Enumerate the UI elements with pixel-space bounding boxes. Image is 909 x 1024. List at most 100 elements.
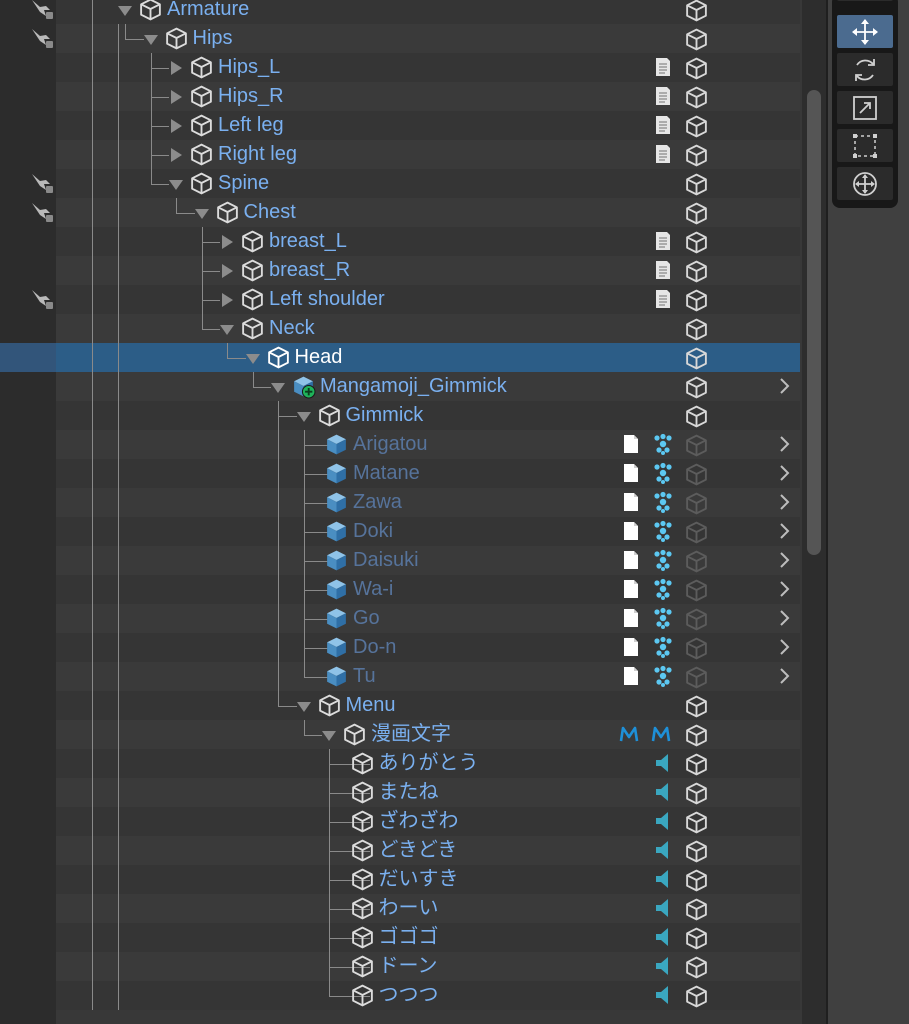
tree-item-label[interactable]: Neck [269,316,315,341]
mesh-component-icon[interactable] [650,723,672,745]
visibility-cube-icon[interactable] [684,810,707,834]
particle-component-icon[interactable] [652,549,674,571]
visibility-cube-icon[interactable] [684,868,707,892]
tree-item-label[interactable]: Hips_L [218,55,280,80]
audio-component-icon[interactable] [652,781,674,803]
visibility-cube-icon[interactable] [684,56,707,80]
tree-item-label[interactable]: わーい [379,896,439,921]
tree-item-label[interactable]: Spine [218,171,269,196]
particle-component-icon[interactable] [652,607,674,629]
script-component-icon[interactable] [652,114,674,136]
expand-down-icon[interactable] [143,35,158,45]
tree-item-label[interactable]: Menu [346,693,396,718]
tree-item-label[interactable]: breast_R [269,258,350,283]
chevron-right-icon[interactable] [778,580,792,598]
visibility-cube-icon[interactable] [684,259,707,283]
tree-item-label[interactable]: Armature [167,0,249,22]
tree-item-label[interactable]: Head [295,345,343,370]
expand-down-icon[interactable] [271,383,285,393]
tree-row[interactable]: Go [0,604,800,633]
tree-row[interactable]: Gimmick [0,401,800,430]
doc-component-icon[interactable] [620,491,642,513]
tree-item-label[interactable]: breast_L [269,229,347,254]
move-tool[interactable] [837,15,893,48]
chevron-right-icon[interactable] [778,609,792,627]
bone-pose-icon[interactable] [30,172,54,194]
tree-row[interactable]: Menu [0,691,800,720]
tree-row[interactable]: 漫画文字 [0,720,800,749]
chevron-right-icon[interactable] [778,522,792,540]
particle-component-icon[interactable] [652,491,674,513]
particle-component-icon[interactable] [652,636,674,658]
tree-row[interactable]: またね [0,778,800,807]
scrollbar-thumb[interactable] [807,90,821,555]
script-component-icon[interactable] [652,56,674,78]
tree-row[interactable]: Zawa [0,488,800,517]
tree-item-label[interactable]: どきどき [379,838,458,863]
visibility-cube-icon[interactable] [684,433,707,457]
tree-row[interactable]: Hips_R [0,82,800,111]
script-component-icon[interactable] [652,288,674,310]
visibility-cube-icon[interactable] [684,607,707,631]
tree-item-label[interactable]: Left shoulder [269,287,385,312]
visibility-cube-icon[interactable] [684,955,707,979]
expand-right-icon[interactable] [171,119,182,133]
doc-component-icon[interactable] [620,578,642,600]
visibility-cube-icon[interactable] [684,578,707,602]
tree-row[interactable]: わーい [0,894,800,923]
expand-right-icon[interactable] [171,90,182,104]
expand-right-icon[interactable] [171,148,182,162]
tree-row[interactable]: どきどき [0,836,800,865]
visibility-cube-icon[interactable] [684,752,707,776]
rotate-tool[interactable] [837,53,893,86]
tree-row[interactable]: Tu [0,662,800,691]
tree-item-label[interactable]: Mangamoji_Gimmick [320,374,507,399]
tree-item-label[interactable]: ゴゴゴ [379,925,439,950]
tree-row[interactable]: Arigatou [0,430,800,459]
expand-down-icon[interactable] [245,354,260,364]
tree-row[interactable]: だいすき [0,865,800,894]
tree-item-label[interactable]: ありがとう [379,751,479,776]
tree-item-label[interactable]: Tu [353,664,376,689]
tree-item-label[interactable]: Hips_R [218,84,284,109]
tree-row[interactable]: ありがとう [0,749,800,778]
script-component-icon[interactable] [652,259,674,281]
visibility-cube-icon[interactable] [684,781,707,805]
script-component-icon[interactable] [652,85,674,107]
tree-row[interactable]: Hips [0,24,800,53]
audio-component-icon[interactable] [652,868,674,890]
visibility-cube-icon[interactable] [684,839,707,863]
expand-down-icon[interactable] [220,325,234,335]
visibility-cube-icon[interactable] [684,549,707,573]
doc-component-icon[interactable] [620,607,642,629]
transform-tool[interactable] [837,167,893,200]
tree-item-label[interactable]: Right leg [218,142,297,167]
bone-pose-icon[interactable] [30,288,54,310]
visibility-cube-icon[interactable] [684,375,707,399]
bone-pose-icon[interactable] [30,27,54,49]
rect-tool[interactable] [837,129,893,162]
tree-item-label[interactable]: ドーン [379,954,438,979]
doc-component-icon[interactable] [620,520,642,542]
scale-tool[interactable] [837,91,893,124]
particle-component-icon[interactable] [652,433,674,455]
chevron-right-icon[interactable] [778,667,792,685]
visibility-cube-icon[interactable] [684,230,707,254]
tree-row[interactable]: Doki [0,517,800,546]
visibility-cube-icon[interactable] [684,665,707,689]
chevron-right-icon[interactable] [778,464,792,482]
tree-row[interactable]: Neck [0,314,800,343]
visibility-cube-icon[interactable] [684,462,707,486]
particle-component-icon[interactable] [652,578,674,600]
visibility-cube-icon[interactable] [684,984,707,1008]
tree-row[interactable]: breast_R [0,256,800,285]
visibility-cube-icon[interactable] [684,897,707,921]
expand-down-icon[interactable] [296,412,311,422]
bone-pose-icon[interactable] [30,0,54,20]
audio-component-icon[interactable] [652,984,674,1006]
expand-right-icon[interactable] [171,61,182,75]
tree-item-label[interactable]: Chest [244,200,296,225]
tree-row[interactable]: ドーン [0,952,800,981]
expand-down-icon[interactable] [194,209,209,219]
tree-row[interactable]: Spine [0,169,800,198]
